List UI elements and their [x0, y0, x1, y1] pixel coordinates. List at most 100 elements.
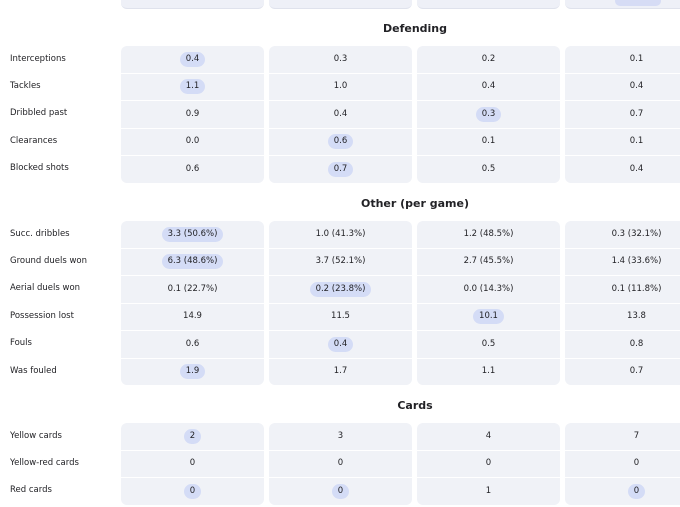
stat-cell: 0.7: [269, 155, 412, 182]
stat-cell: 0.6: [121, 155, 264, 182]
stat-value: 0: [633, 458, 640, 469]
stat-cell: 1.4 (33.6%): [565, 247, 680, 275]
stat-cell: 0.6: [121, 330, 264, 357]
stat-value: 7: [633, 430, 640, 441]
player-column-1: 2 0 0: [121, 422, 264, 505]
section-title: Defending: [382, 22, 448, 35]
stat-value: 0.1: [629, 53, 644, 64]
stat-value: 0.6: [185, 338, 200, 349]
stat-value: 1.7: [333, 366, 348, 376]
stat-cell: 4: [417, 423, 560, 450]
stat-cell: 0: [269, 449, 412, 477]
stat-cell: 3: [269, 423, 412, 450]
player-column-1: 3.3 (50.6%) 6.3 (48.6%) 0.1 (22.7%) 14.9 0.6…: [121, 220, 264, 385]
stat-value: 0.8: [629, 338, 644, 349]
stat-label: Tackles: [10, 80, 41, 91]
stat-value: 0.0 (14.3%): [463, 283, 514, 294]
prev-card-3: [417, 0, 560, 9]
stat-cell: 1: [417, 477, 560, 504]
best-value-badge: 0.6: [327, 134, 354, 150]
stat-value: 1.4 (33.6%): [611, 256, 662, 267]
stat-label: Was fouled: [10, 365, 57, 376]
stat-value: 1.0 (41.3%): [315, 228, 366, 239]
player-column-2: 1.0 (41.3%) 3.7 (52.1%) 0.2 (23.8%) 11.5 0.4…: [269, 220, 412, 385]
stat-label: Aerial duels won: [10, 283, 81, 294]
stat-value: 0.9: [185, 108, 200, 119]
stat-label: Clearances: [10, 135, 58, 146]
best-value-badge: 6.3 (48.6%): [161, 254, 224, 270]
stat-value: 4: [485, 430, 492, 441]
stat-cell: 0.3: [417, 100, 560, 127]
stat-cell: 0.5: [417, 330, 560, 357]
prev-highlight-pill: [615, 0, 661, 6]
player-column-3: 1.2 (48.5%) 2.7 (45.5%) 0.0 (14.3%) 10.1 0.5…: [417, 220, 560, 385]
best-value-badge: 0.4: [179, 51, 206, 67]
stat-cell: 0.4: [565, 155, 680, 182]
stat-cell: 7: [565, 423, 680, 450]
best-value-badge: 0.3: [475, 106, 502, 122]
stat-value: 0.7: [629, 108, 644, 119]
stat-cell: 0: [121, 449, 264, 477]
stat-value: 14.9: [183, 311, 202, 322]
stat-label: Blocked shots: [10, 163, 69, 174]
player-column-2: 3 0 0: [269, 422, 412, 505]
stat-cell: 0: [417, 449, 560, 477]
player-column-3: 4 0 1: [417, 422, 560, 505]
stat-cell: 0.3 (32.1%): [565, 221, 680, 248]
stat-cell: 2: [121, 423, 264, 450]
stat-label: Ground duels won: [10, 255, 88, 266]
best-value-badge: 1.1: [179, 79, 206, 95]
player-column-3: 0.2 0.4 0.3 0.1 0.5: [417, 45, 560, 183]
stat-value: 0.1: [629, 136, 644, 147]
section-title: Other (per game): [360, 197, 470, 210]
stat-value: 0.2: [481, 53, 496, 64]
stat-cell: 0.4: [417, 72, 560, 100]
stat-value: 0: [189, 458, 196, 469]
stat-value: 0.5: [481, 338, 496, 349]
best-value-badge: 0: [183, 483, 202, 499]
best-value-badge: 0: [627, 483, 646, 499]
stat-cell: 1.1: [121, 72, 264, 100]
stat-cell: 0.7: [565, 100, 680, 127]
stat-label: Succ. dribbles: [10, 228, 70, 239]
stat-cell: 0: [269, 477, 412, 504]
stat-cell: 2.7 (45.5%): [417, 247, 560, 275]
stat-cell: 10.1: [417, 302, 560, 330]
stat-cell: 0.3: [269, 46, 412, 73]
stat-cell: 13.8: [565, 302, 680, 330]
player-column-2: 0.3 1.0 0.4 0.6 0.7: [269, 45, 412, 183]
best-value-badge: 2: [183, 428, 202, 444]
stat-label: Fouls: [10, 338, 32, 349]
stat-cell: 1.2 (48.5%): [417, 221, 560, 248]
stat-cell: 0.9: [121, 100, 264, 127]
stat-label: Dribbled past: [10, 108, 68, 119]
stat-value: 2.7 (45.5%): [463, 256, 514, 267]
stat-value: 11.5: [331, 311, 350, 322]
stat-cell: 1.1: [417, 357, 560, 385]
best-value-badge: 1.9: [179, 364, 206, 379]
stat-cell: 0.8: [565, 330, 680, 357]
stat-cell: 0.1 (11.8%): [565, 275, 680, 302]
stat-value: 0.4: [481, 81, 496, 92]
stat-value: 0.4: [333, 108, 348, 119]
player-column-4: 0.3 (32.1%) 1.4 (33.6%) 0.1 (11.8%) 13.8 0.8…: [565, 220, 680, 385]
stat-cell: 11.5: [269, 302, 412, 330]
stat-value: 0.3 (32.1%): [611, 228, 662, 239]
best-value-badge: 0.7: [327, 161, 354, 177]
stat-value: 0.1 (11.8%): [611, 283, 662, 294]
stat-value: 1.1: [481, 366, 496, 376]
best-value-badge: 10.1: [473, 309, 504, 325]
stat-cell: 0.1: [565, 127, 680, 155]
stat-value: 0.7: [629, 366, 644, 376]
stat-label: Possession lost: [10, 310, 74, 321]
stat-cell: 0: [121, 477, 264, 504]
stat-cell: 0.5: [417, 155, 560, 182]
stat-cell: 0.1 (22.7%): [121, 275, 264, 302]
stat-cell: 0.4: [269, 100, 412, 127]
stat-value: 1.0: [333, 81, 348, 92]
stat-cell: 0.2: [417, 46, 560, 73]
stat-value: 3.7 (52.1%): [315, 256, 366, 267]
stat-label: Red cards: [10, 485, 52, 496]
best-value-badge: 0.4: [327, 336, 354, 352]
stat-cell: 0.4: [121, 46, 264, 73]
